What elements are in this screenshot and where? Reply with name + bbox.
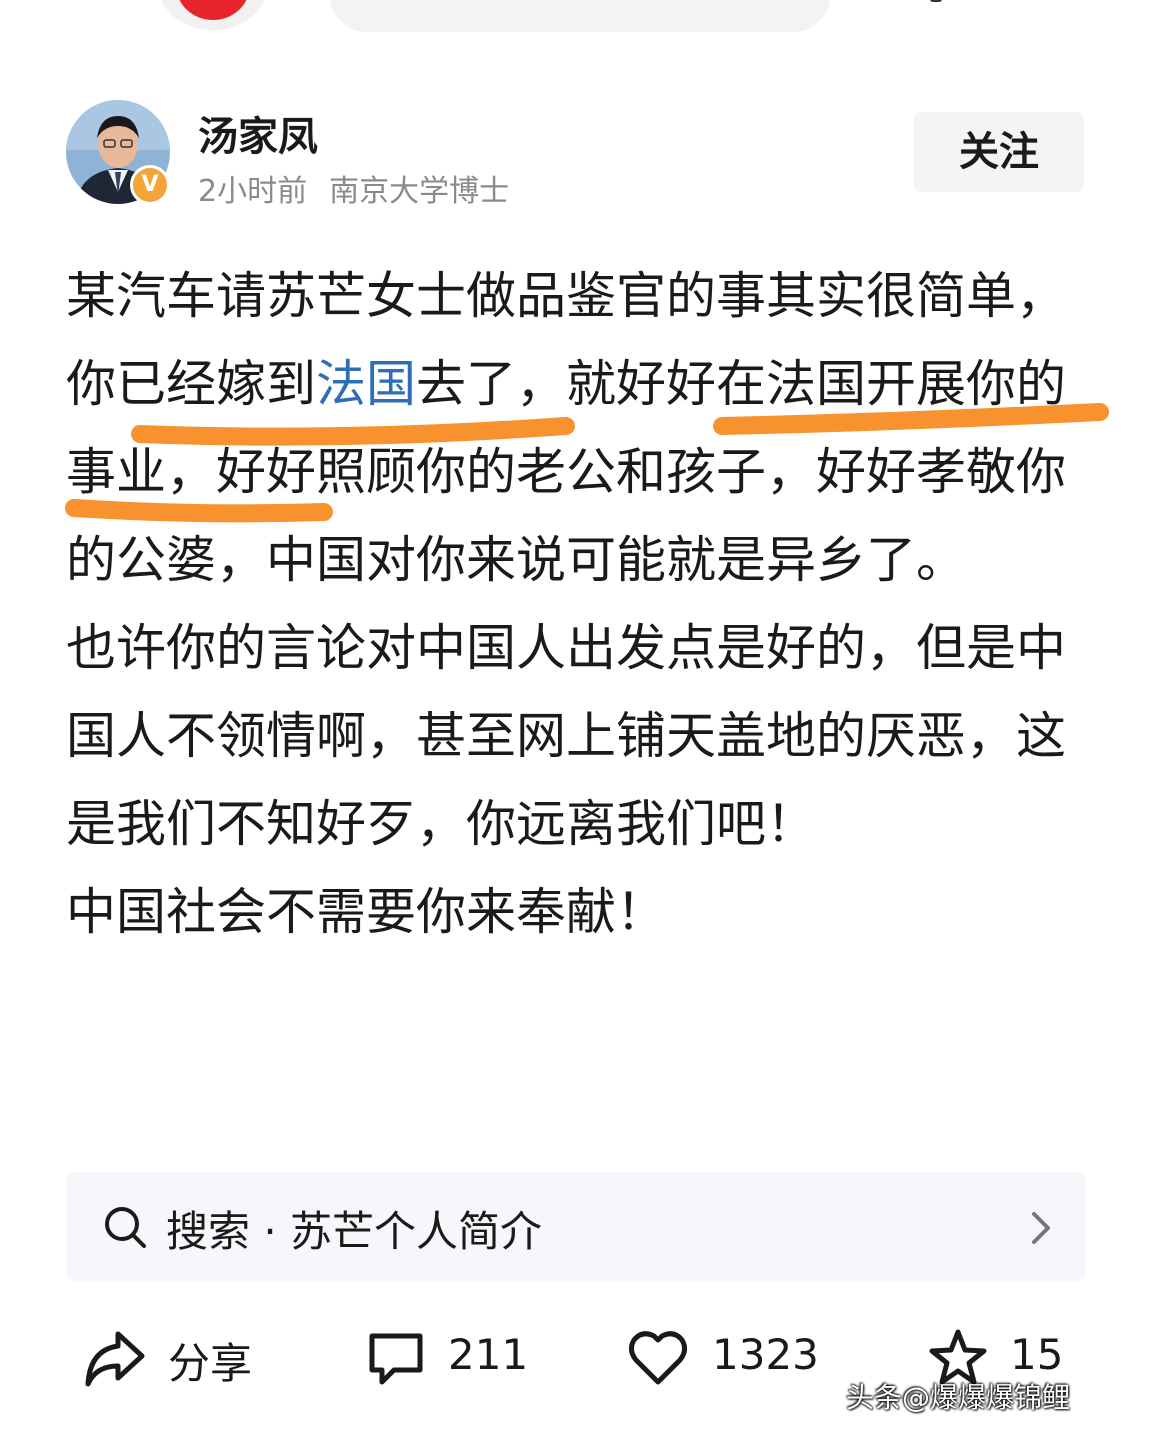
topic-link[interactable]: 法国 <box>316 355 416 413</box>
search-suggestion[interactable]: 搜索 · 苏芒个人简介 <box>66 1172 1086 1282</box>
search-icon <box>105 1207 146 1248</box>
post-time: 2小时前 <box>198 174 308 209</box>
chevron-right-icon <box>1032 1212 1050 1244</box>
more-icon[interactable] <box>930 0 942 2</box>
share-label: 分享 <box>168 1339 253 1388</box>
heart-icon <box>628 1331 688 1385</box>
post-paragraph-1: 某汽车请苏芒女士做品鉴官的事其实很简单，你已经嫁到法国去了，就好好在法国开展你的… <box>66 252 1106 604</box>
like-button[interactable]: 1323 <box>628 1326 828 1390</box>
top-bar <box>0 0 1152 40</box>
comment-icon <box>369 1333 423 1385</box>
comment-count: 211 <box>448 1330 529 1379</box>
verified-badge-icon: V <box>130 165 170 205</box>
app-logo-icon[interactable] <box>158 0 268 30</box>
follow-button[interactable]: 关注 <box>914 112 1084 192</box>
author-title: 南京大学博士 <box>329 174 510 209</box>
top-search-input[interactable] <box>330 0 830 32</box>
post-body: 某汽车请苏芒女士做品鉴官的事其实很简单，你已经嫁到法国去了，就好好在法国开展你的… <box>66 252 1106 956</box>
like-count: 1323 <box>712 1330 819 1379</box>
comment-button[interactable]: 211 <box>366 1326 536 1390</box>
share-icon <box>85 1331 145 1387</box>
favorite-count: 15 <box>1010 1330 1064 1379</box>
post-paragraph-2: 也许你的言论对中国人出发点是好的，但是中国人不领情啊，甚至网上铺天盖地的厌恶，这… <box>66 619 1066 853</box>
post-paragraph-3: 中国社会不需要你来奉献！ <box>66 883 666 941</box>
author-name[interactable]: 汤家凤 <box>198 104 318 162</box>
search-suggestion-label: 搜索 · 苏芒个人简介 <box>166 1207 543 1256</box>
share-button[interactable]: 分享 <box>82 1326 262 1390</box>
author-meta: 2小时前 南京大学博士 <box>198 166 509 210</box>
watermark: 头条@爆爆爆锦鲤 <box>846 1381 1071 1414</box>
